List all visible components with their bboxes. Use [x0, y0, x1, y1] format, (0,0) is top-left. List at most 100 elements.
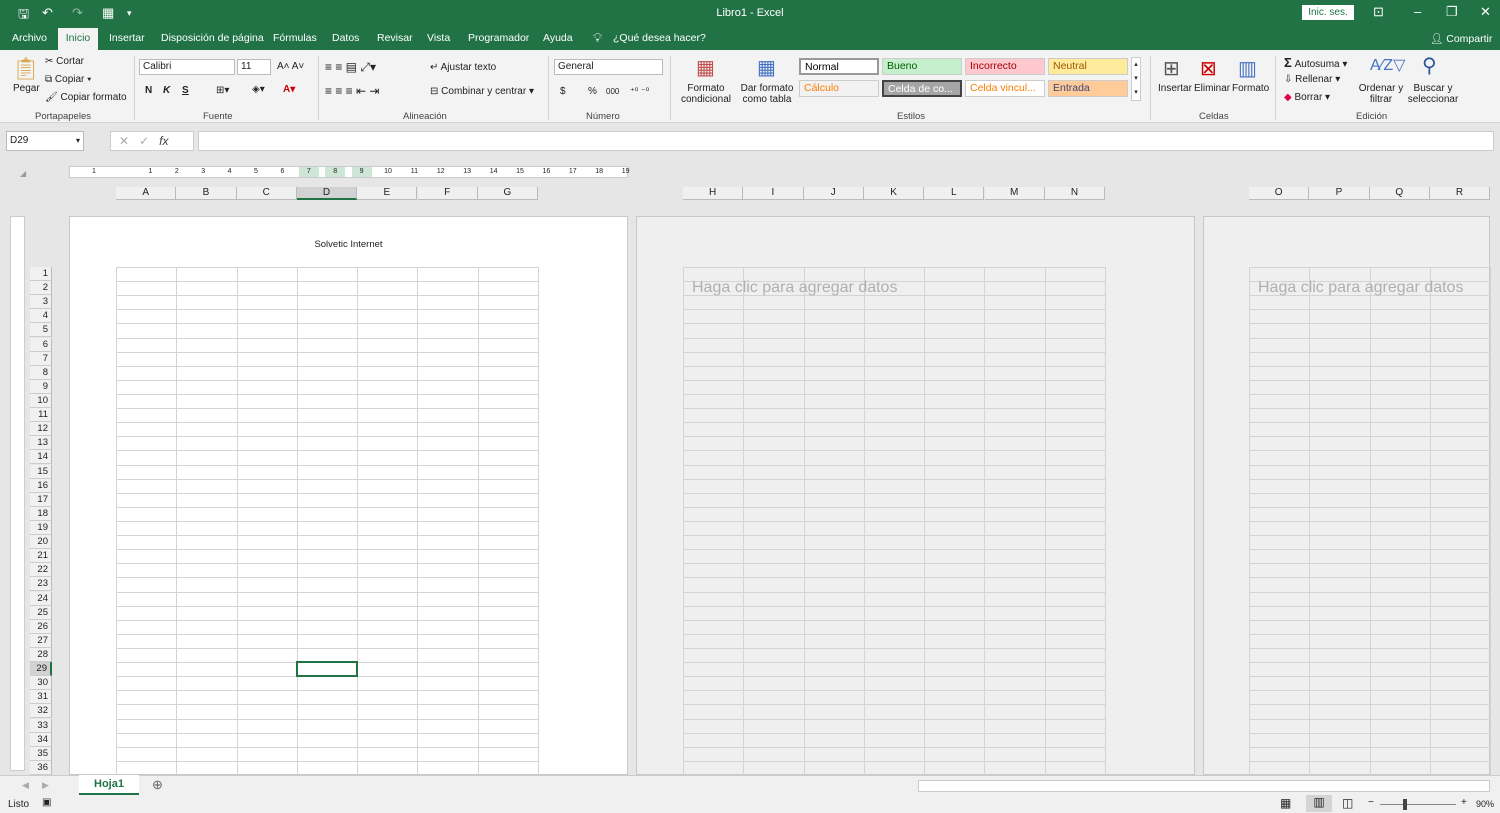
cell[interactable]	[743, 591, 805, 607]
cell[interactable]	[984, 422, 1046, 438]
row-header-26[interactable]: 26	[30, 619, 52, 634]
cell[interactable]	[1249, 450, 1311, 466]
row-header-19[interactable]: 19	[30, 520, 52, 535]
cell[interactable]	[116, 365, 178, 381]
cell[interactable]	[357, 676, 419, 692]
cell-style-6[interactable]: Celda vincul...	[965, 80, 1045, 97]
cell[interactable]	[1044, 520, 1107, 537]
grow-font-icon[interactable]: A˄ A˅	[277, 61, 304, 72]
horizontal-ruler[interactable]: 1 1 2 3 4 5 6 7 8 9 10 11 12 13 14 15 16 17 18 19	[69, 166, 629, 178]
cell[interactable]	[803, 365, 865, 381]
cell[interactable]	[1309, 690, 1371, 706]
cell[interactable]	[116, 619, 178, 635]
row-header-36[interactable]: 36	[30, 760, 52, 775]
cell[interactable]	[176, 577, 238, 593]
cell[interactable]	[357, 337, 419, 353]
cell[interactable]	[803, 478, 865, 494]
cell[interactable]	[116, 605, 178, 621]
borders-icon[interactable]: ⊞▾	[216, 85, 229, 96]
cell[interactable]	[1044, 619, 1107, 635]
cell[interactable]	[236, 732, 298, 748]
cell[interactable]	[1369, 732, 1431, 748]
cell[interactable]	[863, 337, 926, 353]
cell[interactable]	[236, 760, 298, 776]
cell[interactable]	[1044, 267, 1107, 283]
cell[interactable]	[924, 718, 986, 734]
row-header-24[interactable]: 24	[30, 591, 52, 606]
cell[interactable]	[417, 492, 479, 508]
cell[interactable]	[176, 662, 238, 678]
cell[interactable]	[1429, 662, 1492, 678]
cell[interactable]	[176, 549, 238, 565]
cell[interactable]	[1369, 676, 1431, 692]
cell[interactable]	[1044, 295, 1107, 311]
vertical-align-icons[interactable]: ≡ ≡ ▤ ⤢▾	[325, 60, 376, 75]
cell[interactable]	[743, 647, 805, 664]
cell[interactable]	[803, 690, 865, 706]
cell[interactable]	[924, 662, 986, 678]
cell[interactable]	[743, 393, 805, 410]
cell[interactable]	[477, 591, 540, 607]
cell[interactable]	[984, 365, 1046, 381]
cell[interactable]	[477, 309, 540, 325]
cell[interactable]	[1249, 323, 1311, 339]
cell[interactable]	[984, 323, 1046, 339]
cell[interactable]	[803, 323, 865, 339]
cell[interactable]	[357, 535, 419, 551]
column-header-P[interactable]: P	[1309, 187, 1370, 200]
cell[interactable]	[116, 492, 178, 508]
cell[interactable]	[116, 464, 178, 480]
cell[interactable]	[1369, 520, 1431, 537]
cell[interactable]	[1309, 704, 1371, 720]
cell[interactable]	[296, 746, 359, 762]
cell[interactable]	[1249, 464, 1311, 480]
cell[interactable]	[1309, 422, 1371, 438]
cell[interactable]	[803, 422, 865, 438]
cell[interactable]	[863, 295, 926, 311]
cell[interactable]	[1309, 393, 1371, 410]
cell[interactable]	[296, 323, 359, 339]
cell[interactable]	[477, 422, 540, 438]
cell[interactable]	[477, 281, 540, 297]
cell[interactable]	[176, 676, 238, 692]
cell[interactable]	[296, 365, 359, 381]
cell[interactable]	[743, 351, 805, 367]
cell[interactable]	[236, 647, 298, 664]
cell[interactable]	[1429, 464, 1492, 480]
cell[interactable]	[357, 478, 419, 494]
cell[interactable]	[1249, 379, 1311, 395]
cell[interactable]	[296, 605, 359, 621]
cell[interactable]	[743, 520, 805, 537]
cell[interactable]	[803, 450, 865, 466]
cell[interactable]	[236, 408, 298, 424]
cell[interactable]	[296, 478, 359, 494]
cell[interactable]	[236, 281, 298, 297]
cell[interactable]	[1044, 478, 1107, 494]
row-header-35[interactable]: 35	[30, 746, 52, 761]
percent-button[interactable]: %	[588, 86, 597, 97]
cell[interactable]	[357, 577, 419, 593]
cell[interactable]	[1369, 478, 1431, 494]
cell[interactable]	[803, 295, 865, 311]
row-header-18[interactable]: 18	[30, 506, 52, 521]
cell[interactable]	[803, 577, 865, 593]
cell[interactable]	[803, 647, 865, 664]
row-header-9[interactable]: 9	[30, 379, 52, 394]
macro-record-icon[interactable]: ▣	[42, 797, 51, 808]
cell[interactable]	[1044, 760, 1107, 776]
cell[interactable]	[863, 633, 926, 649]
cell[interactable]	[357, 520, 419, 537]
cell[interactable]	[1369, 577, 1431, 593]
cell[interactable]	[1429, 676, 1492, 692]
cell[interactable]	[1429, 535, 1492, 551]
cell[interactable]	[1044, 563, 1107, 579]
cell[interactable]	[924, 605, 986, 621]
cell[interactable]	[1249, 760, 1311, 776]
cell[interactable]	[296, 732, 359, 748]
cell[interactable]	[1044, 408, 1107, 424]
cell[interactable]	[1249, 718, 1311, 734]
cell[interactable]	[1429, 605, 1492, 621]
cell[interactable]	[296, 520, 359, 537]
cell[interactable]	[357, 662, 419, 678]
cell[interactable]	[1309, 506, 1371, 522]
